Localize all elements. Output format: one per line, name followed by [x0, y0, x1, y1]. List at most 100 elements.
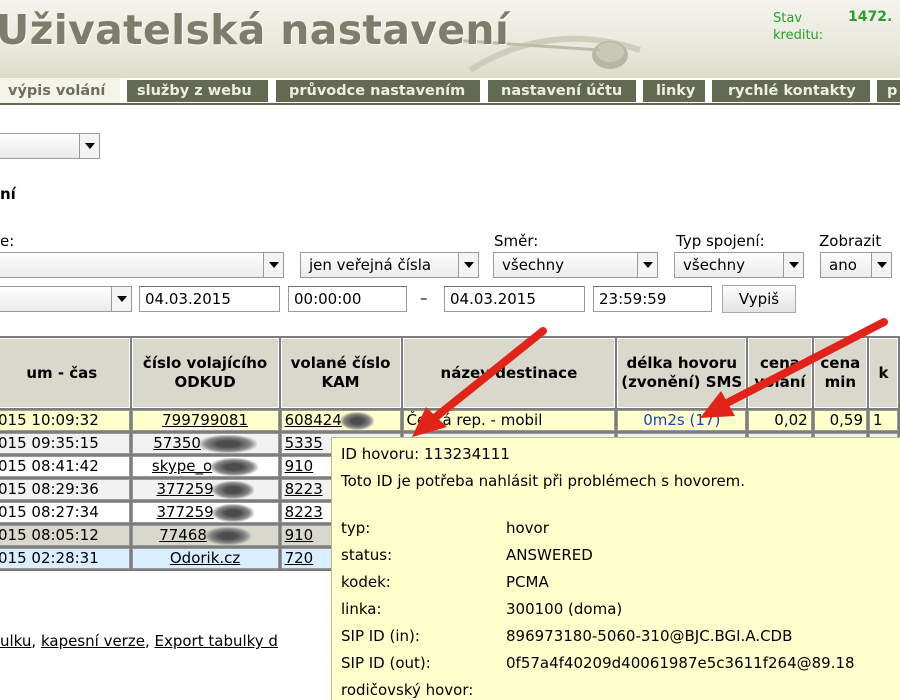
date-from-input[interactable]: 04.03.2015 — [139, 286, 280, 312]
cell-from: 377259 — [131, 479, 279, 500]
tab-web-services[interactable]: služby z webu — [127, 80, 268, 102]
tooltip-row-sip-in: SIP ID (in): 896973180-5060-310@BJC.BGI.A… — [341, 627, 793, 645]
tab-more[interactable]: p — [877, 80, 900, 102]
to-link[interactable]: 5335 — [285, 434, 323, 452]
redaction-blur — [211, 503, 254, 522]
table-link[interactable]: ulku — [0, 632, 31, 650]
cell-datetime: 015 10:09:32 — [0, 410, 130, 431]
direction-select[interactable]: všechny — [493, 252, 658, 278]
cell-destination: Česká rep. - mobil — [402, 410, 616, 431]
from-link[interactable]: 377259 — [156, 503, 213, 521]
from-link[interactable]: Odorik.cz — [170, 549, 240, 567]
from-link[interactable]: 77468 — [159, 526, 207, 544]
time-to-input[interactable]: 23:59:59 — [593, 286, 712, 312]
col-from[interactable]: číslo volajícího ODKUD — [131, 338, 279, 408]
tooltip-row-line: linka: 300100 (doma) — [341, 600, 623, 618]
tooltip-row-status: status: ANSWERED — [341, 546, 593, 564]
cell-from: skype_o — [131, 456, 279, 477]
type-select[interactable]: všechny — [674, 252, 804, 278]
number-filter-select[interactable]: jen veřejná čísla — [300, 252, 479, 278]
tab-lines[interactable]: linky — [643, 80, 705, 102]
main-nav: výpis volání služby z webu průvodce nast… — [0, 78, 900, 104]
cell-price-min: 0,59 — [813, 410, 867, 431]
from-link[interactable]: 377259 — [156, 480, 213, 498]
direction-label: Směr: — [494, 232, 539, 250]
header-banner: Uživatelská nastavení Stav kreditu: 1472… — [0, 0, 900, 78]
redaction-blur — [211, 480, 254, 499]
from-link[interactable]: skype_o — [152, 457, 212, 475]
tab-quick-contacts[interactable]: rychlé kontakty — [712, 80, 870, 102]
col-price-min[interactable]: cena min — [813, 338, 867, 408]
cell-datetime: 015 08:05:12 — [0, 525, 130, 546]
cell-from: 799799081 — [131, 410, 279, 431]
col-datetime[interactable]: um - čas — [0, 338, 130, 408]
cell-datetime: 015 08:41:42 — [0, 456, 130, 477]
credit-value: 1472. — [848, 9, 893, 25]
page-title: Uživatelská nastavení — [0, 6, 510, 54]
tab-account-settings[interactable]: nastavení účtu — [488, 80, 636, 102]
col-destination[interactable]: název destinace — [402, 338, 616, 408]
col-to[interactable]: volané číslo KAM — [280, 338, 401, 408]
tab-call-log[interactable]: výpis volání — [0, 78, 120, 103]
chevron-down-icon — [458, 253, 478, 277]
cell-from: 57350 — [131, 433, 279, 454]
cell-price: 0,02 — [748, 410, 812, 431]
period-select[interactable] — [0, 286, 132, 312]
tooltip-row-sip-out: SIP ID (out): 0f57a4f40209d40061987e5c361… — [341, 654, 855, 672]
chevron-down-icon — [111, 287, 131, 311]
cell-to: 608424 — [280, 410, 401, 431]
chevron-down-icon — [783, 253, 803, 277]
range-dash: – — [420, 289, 428, 307]
to-link[interactable]: 720 — [285, 549, 314, 567]
nav-underline — [0, 103, 900, 105]
from-link[interactable]: 799799081 — [162, 411, 248, 429]
from-link[interactable]: 57350 — [153, 434, 201, 452]
redaction-blur — [198, 434, 257, 453]
redaction-blur — [339, 411, 374, 430]
tooltip-row-type: typ: hovor — [341, 519, 549, 537]
to-link[interactable]: 8223 — [285, 503, 323, 521]
cell-from: 77468 — [131, 525, 279, 546]
credit-label: Stav kreditu: — [773, 11, 824, 43]
cell-datetime: 015 09:35:15 — [0, 433, 130, 454]
show-select[interactable]: ano — [820, 252, 892, 278]
submit-button[interactable]: Vypiš — [722, 285, 796, 313]
to-link[interactable]: 608424 — [285, 411, 342, 429]
line-label: e: — [0, 232, 15, 250]
cell-datetime: 015 08:29:36 — [0, 479, 130, 500]
call-detail-tooltip: ID hovoru: 113234111 Toto ID je potřeba … — [331, 437, 900, 700]
export-table-link[interactable]: Export tabulky d — [155, 632, 278, 650]
footer-links: ulku, kapesní verze, Export tabulky d — [0, 632, 278, 650]
chevron-down-icon — [637, 253, 657, 277]
to-link[interactable]: 910 — [285, 526, 314, 544]
chevron-down-icon — [263, 253, 283, 277]
top-select[interactable] — [0, 133, 100, 159]
redaction-blur — [210, 457, 259, 476]
redaction-blur — [204, 526, 251, 545]
tooltip-row-parent-call: rodičovský hovor: — [341, 681, 474, 699]
to-link[interactable]: 910 — [285, 457, 314, 475]
col-k[interactable]: k — [869, 338, 898, 408]
cell-from: 377259 — [131, 502, 279, 523]
cell-from: Odorik.cz — [131, 548, 279, 569]
time-from-input[interactable]: 00:00:00 — [288, 286, 407, 312]
call-id-line: ID hovoru: 113234111 — [341, 445, 510, 463]
section-title: ní — [0, 185, 16, 203]
tooltip-row-codec: kodek: PCMA — [341, 573, 549, 591]
cell-datetime: 015 08:27:34 — [0, 502, 130, 523]
date-to-input[interactable]: 04.03.2015 — [444, 286, 585, 312]
chevron-down-icon — [871, 253, 891, 277]
show-label: Zobrazit — [819, 232, 882, 250]
table-header-row: um - čas číslo volajícího ODKUD volané č… — [0, 338, 898, 408]
line-select[interactable] — [0, 252, 284, 278]
call-id-note: Toto ID je potřeba nahlásit při probléme… — [341, 472, 746, 490]
col-price[interactable]: cena volání — [748, 338, 812, 408]
cell-k: 1 — [869, 410, 898, 431]
col-duration[interactable]: délka hovoru (zvonění) SMS — [617, 338, 747, 408]
table-row[interactable]: 015 10:09:32 799799081 608424 Česká rep.… — [0, 410, 898, 431]
chevron-down-icon — [79, 134, 99, 158]
mobile-version-link[interactable]: kapesní verze — [41, 632, 145, 650]
cell-duration[interactable]: 0m2s (17) — [617, 410, 747, 431]
tab-setup-wizard[interactable]: průvodce nastavením — [276, 80, 480, 102]
to-link[interactable]: 8223 — [285, 480, 323, 498]
